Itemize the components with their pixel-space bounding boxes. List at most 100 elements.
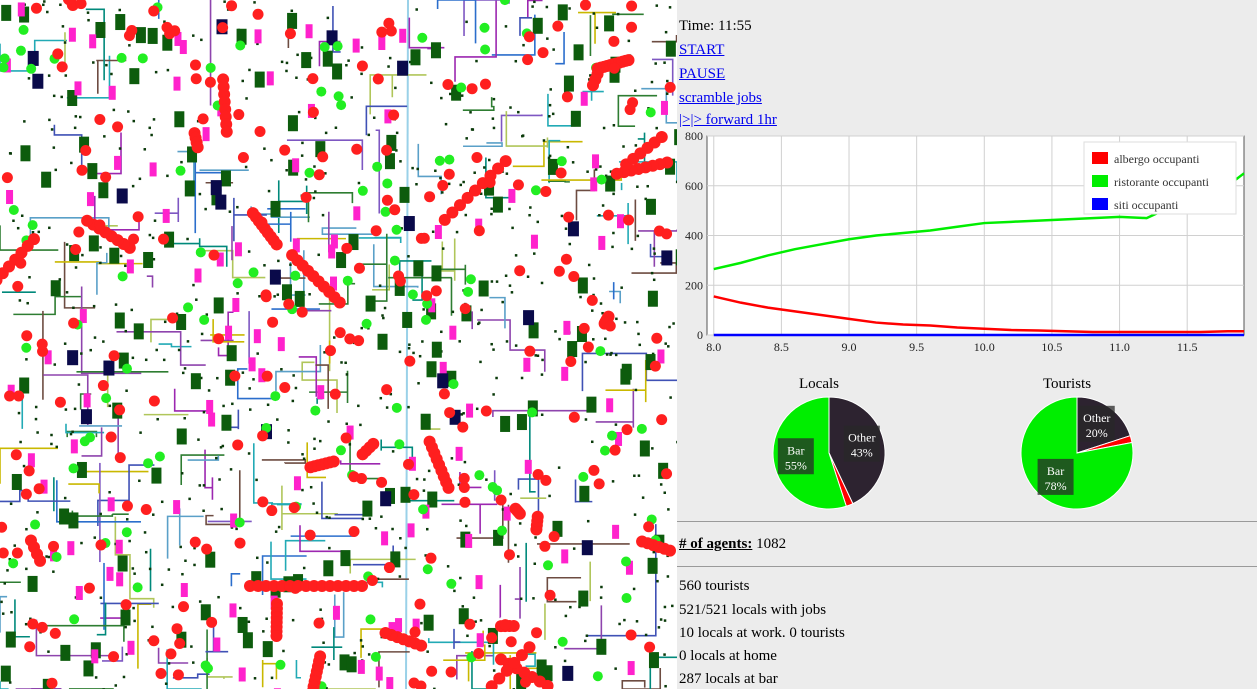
agent <box>523 31 535 43</box>
work-building <box>500 415 511 432</box>
y-tick-label: 200 <box>685 278 703 292</box>
map-dot <box>465 524 468 528</box>
map-dot <box>74 115 78 118</box>
occupancy-line-chart: 8.0 8.5 9.0 9.5 10.0 10.5 11.0 11.5 0 200 400 600 80… <box>685 129 1245 354</box>
x-tick-label: 11.0 <box>1109 340 1130 354</box>
forward-1hr-link[interactable]: |>|> forward 1hr <box>679 112 777 129</box>
agent <box>114 452 126 464</box>
hotel-building <box>353 206 361 221</box>
map-dot <box>27 77 31 80</box>
map-dot <box>533 562 537 565</box>
map-dot <box>334 126 338 130</box>
map-dot <box>345 63 348 67</box>
map-dot <box>418 354 422 358</box>
map-dot <box>492 97 496 101</box>
hotel-building <box>561 549 569 564</box>
pause-link[interactable]: PAUSE <box>679 66 725 83</box>
map-dot <box>652 278 656 282</box>
hotel-building <box>127 640 135 655</box>
map-dot <box>586 519 590 523</box>
map-dot <box>592 12 596 15</box>
hotel-building <box>179 40 187 55</box>
divider <box>677 521 1257 522</box>
agent-moving <box>391 402 402 413</box>
agent <box>206 616 218 628</box>
agent-moving <box>183 302 194 313</box>
time-label: Time: 11:55 <box>679 18 752 34</box>
scramble-jobs-link[interactable]: scramble jobs <box>679 90 762 107</box>
agent <box>148 5 160 17</box>
work-building <box>190 373 201 390</box>
map-dot <box>545 5 549 9</box>
map-dot <box>477 322 480 326</box>
agent <box>494 653 507 666</box>
agent <box>626 21 638 33</box>
street <box>609 290 622 304</box>
map-dot <box>94 676 98 679</box>
agent <box>121 500 133 512</box>
hotel-building <box>6 189 14 204</box>
map-dot <box>297 110 301 114</box>
map-dot <box>190 645 193 648</box>
agent <box>112 121 124 133</box>
map-dot <box>669 396 672 399</box>
work-building <box>50 280 61 297</box>
map-dot <box>566 145 570 149</box>
agent-moving <box>68 463 79 474</box>
map-dot <box>179 545 182 549</box>
map-dot <box>367 653 371 656</box>
hotel-building <box>660 100 668 115</box>
work-building <box>647 557 658 574</box>
map-dot <box>554 598 557 601</box>
map-dot <box>253 1 256 4</box>
agent <box>537 47 549 59</box>
hotel-building <box>115 539 123 554</box>
map-dot <box>602 126 606 130</box>
stat-locals-jobs: 521/521 locals with jobs <box>679 602 827 618</box>
map-dot <box>434 169 437 173</box>
hotel-building <box>293 476 301 491</box>
map-dot <box>23 120 26 123</box>
map-dot <box>89 348 92 352</box>
map-dot <box>93 336 97 339</box>
map-dot <box>472 596 476 599</box>
agent <box>523 641 536 654</box>
map-dot <box>247 250 251 253</box>
street <box>204 449 214 500</box>
map-dot <box>407 255 410 258</box>
work-building <box>410 49 421 66</box>
street <box>358 236 402 244</box>
agent-moving <box>543 560 554 571</box>
map-dot <box>541 358 544 362</box>
site-building <box>567 221 579 237</box>
map-dot <box>220 507 223 511</box>
map-canvas[interactable] <box>0 0 677 689</box>
agent <box>95 539 107 551</box>
start-link[interactable]: START <box>679 42 724 59</box>
map-dot <box>52 94 56 98</box>
agent-moving <box>370 651 381 662</box>
map-dot <box>25 358 28 361</box>
agent <box>522 54 534 66</box>
work-building <box>115 14 126 31</box>
agent <box>531 627 543 639</box>
map-dot <box>385 406 389 409</box>
city-map[interactable] <box>0 0 677 689</box>
map-dot <box>309 485 313 489</box>
work-building <box>596 638 607 655</box>
map-dot <box>451 310 455 314</box>
street <box>316 397 323 404</box>
street <box>375 129 381 214</box>
agent-moving <box>0 53 10 64</box>
agent-moving <box>465 274 476 285</box>
hotel-building <box>657 349 665 364</box>
work-building <box>567 341 578 358</box>
map-dot <box>605 353 609 356</box>
agent-moving <box>361 318 372 329</box>
street <box>252 443 274 504</box>
map-dot <box>328 516 331 520</box>
map-dot <box>646 184 649 188</box>
map-dot <box>47 650 50 653</box>
map-dot <box>598 213 601 217</box>
map-dot <box>444 122 448 126</box>
